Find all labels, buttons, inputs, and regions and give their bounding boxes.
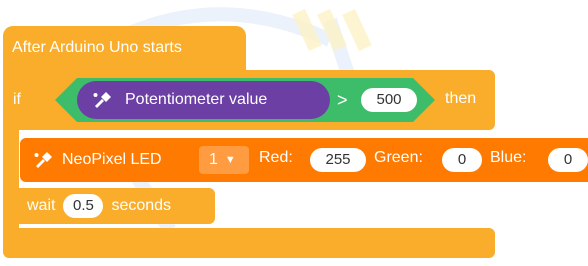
chevron-down-icon: ▼ <box>224 154 236 166</box>
operator-symbol: > <box>337 90 348 110</box>
event-label: After Arduino Uno starts <box>12 39 182 56</box>
arduino-pen-icon <box>93 92 111 108</box>
potentiometer-label: Potentiometer value <box>125 91 268 108</box>
potentiometer-reporter-block[interactable]: Potentiometer value <box>77 81 330 119</box>
red-label: Red: <box>259 149 293 166</box>
wait-label: wait <box>27 197 56 214</box>
green-value-input[interactable]: 0 <box>442 148 482 172</box>
if-label: if <box>13 91 21 108</box>
arduino-pen-icon <box>34 152 52 168</box>
wait-duration-input[interactable]: 0.5 <box>63 194 104 218</box>
green-label: Green: <box>374 149 423 166</box>
neopixel-label: NeoPixel LED <box>62 151 162 168</box>
led-index-dropdown[interactable]: 1 ▼ <box>199 146 249 174</box>
red-value-input[interactable]: 255 <box>310 148 366 172</box>
blue-value-input[interactable]: 0 <box>548 148 588 172</box>
wait-block[interactable]: wait 0.5 seconds <box>19 188 215 224</box>
led-index-value: 1 <box>209 151 218 168</box>
blue-label: Blue: <box>490 149 527 166</box>
if-block-footer <box>3 228 495 258</box>
compare-value-input[interactable]: 500 <box>361 88 417 112</box>
if-block-spine <box>3 130 19 228</box>
wait-unit-label: seconds <box>111 197 172 214</box>
event-block-arduino-start[interactable]: After Arduino Uno starts <box>3 26 246 70</box>
then-label: then <box>445 90 477 107</box>
